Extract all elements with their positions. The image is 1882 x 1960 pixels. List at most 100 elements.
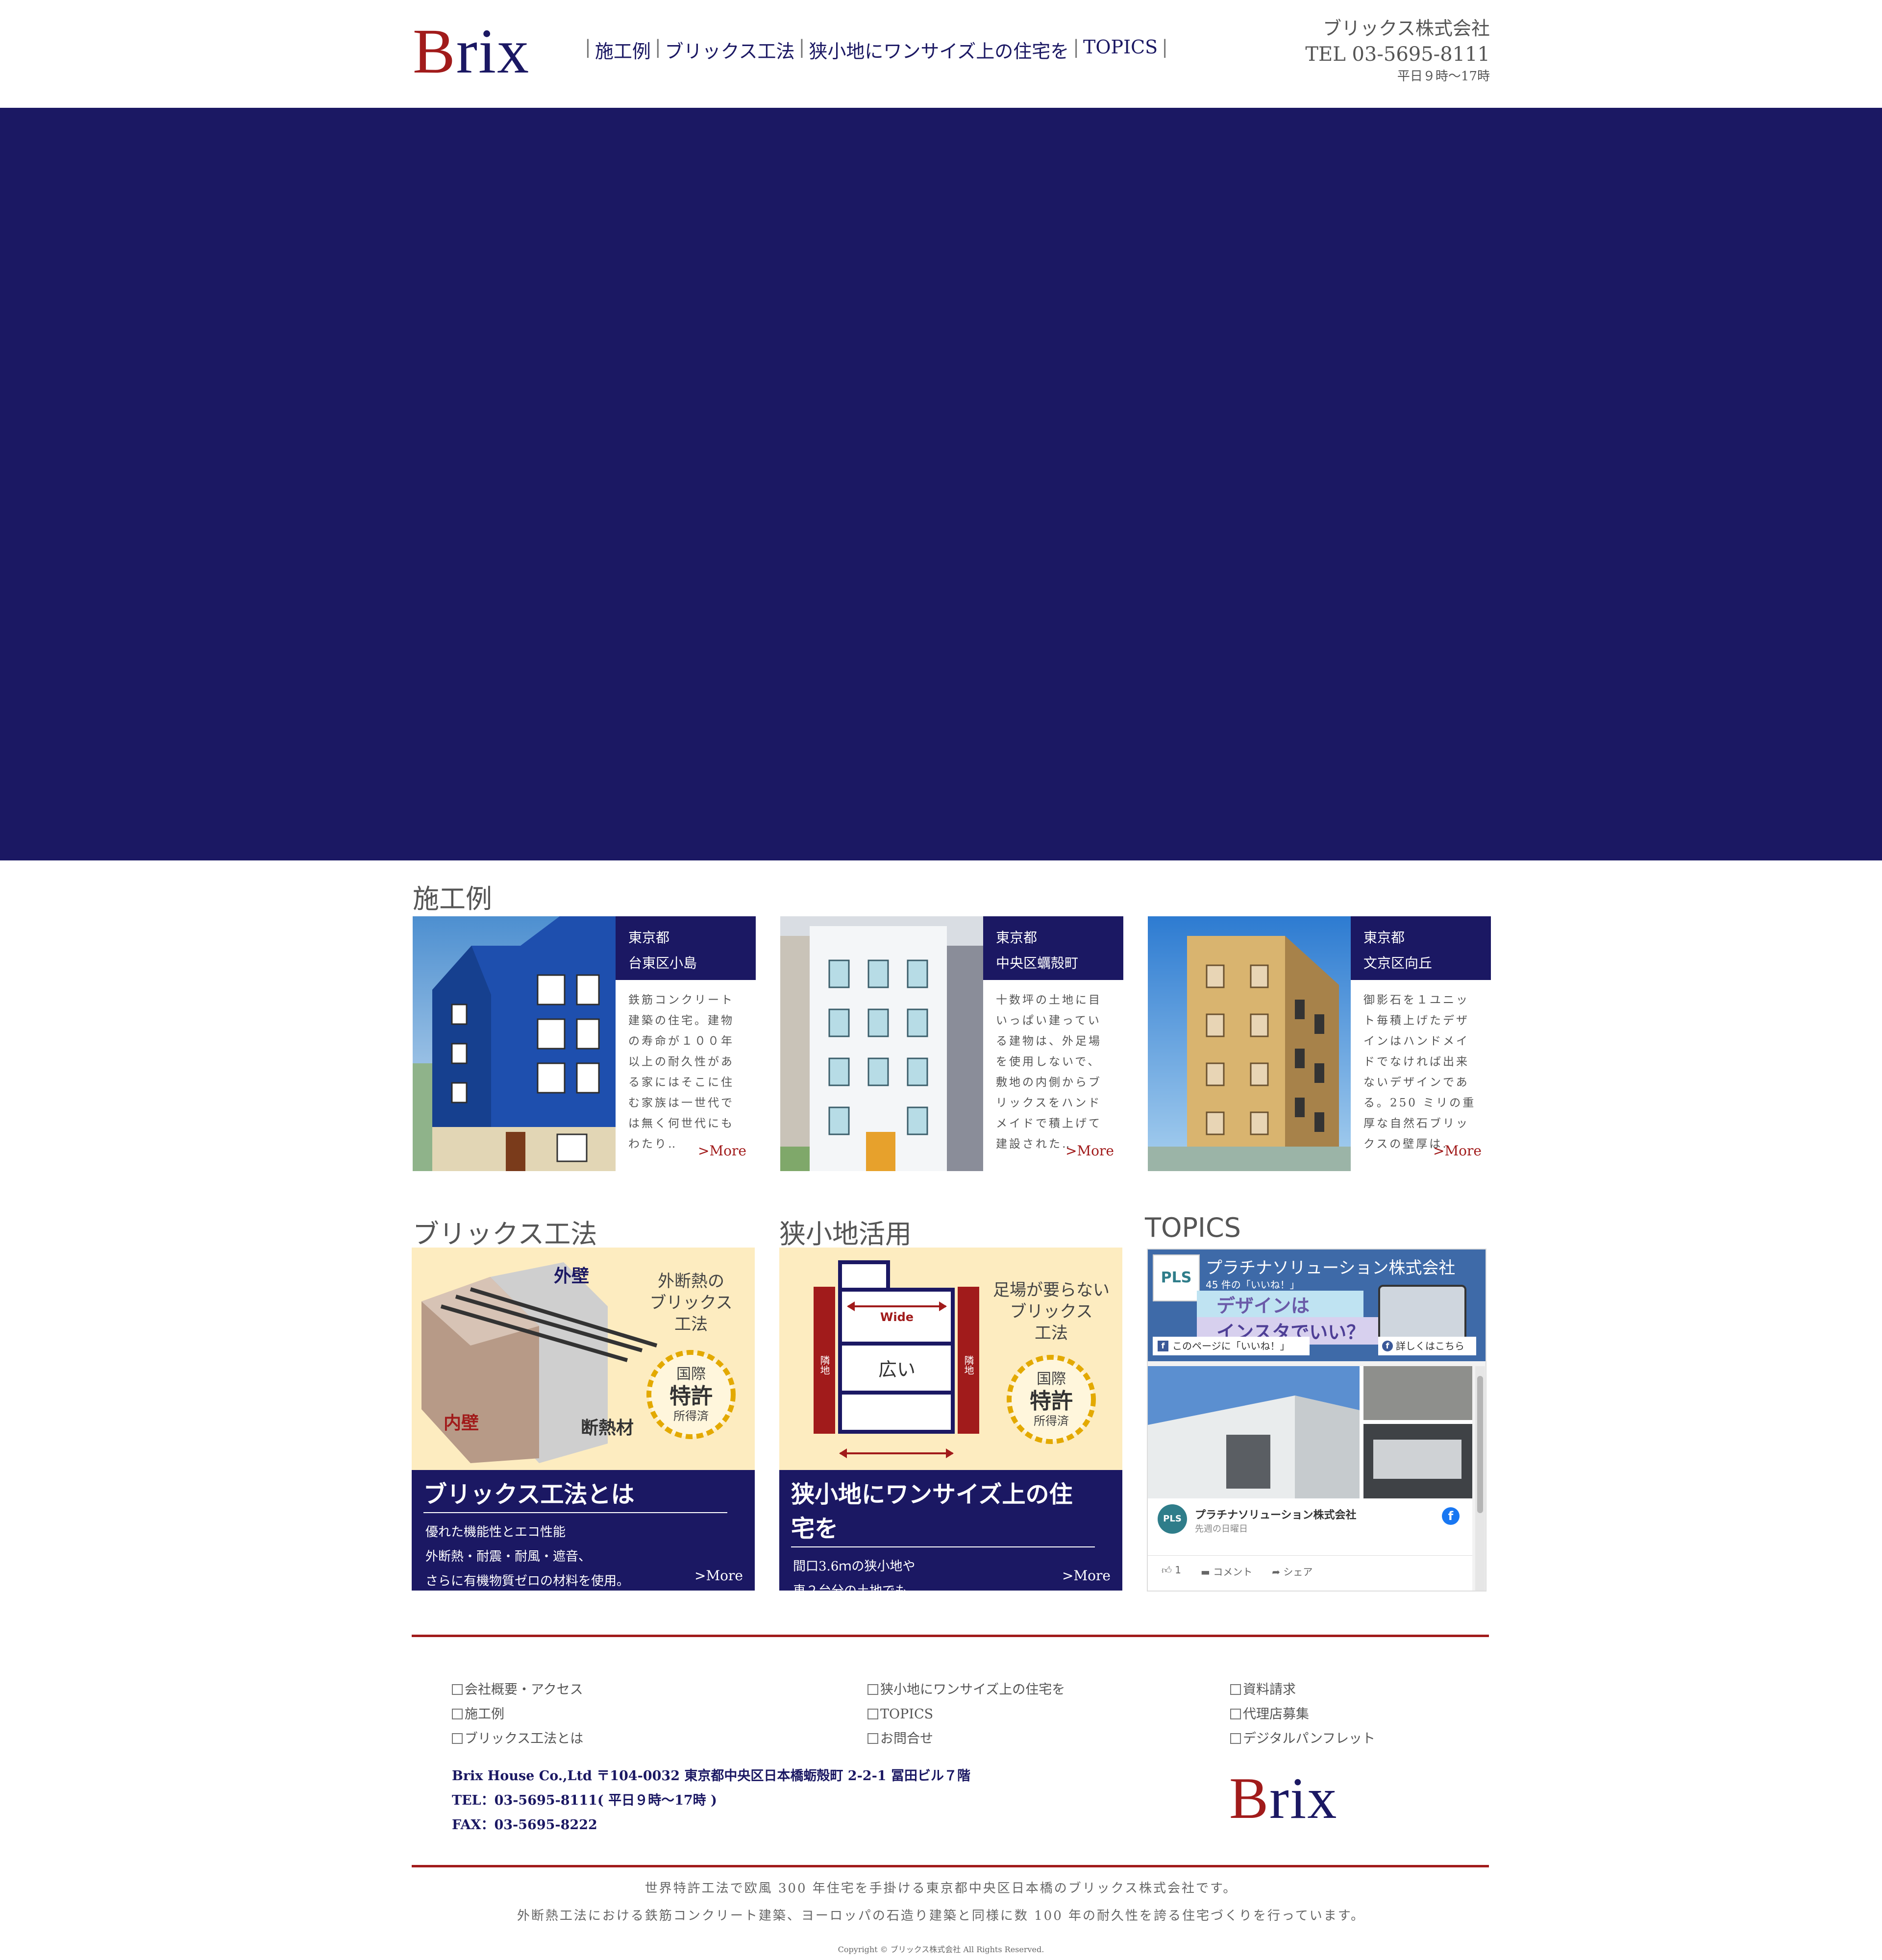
more-link[interactable]: >More — [698, 1143, 746, 1159]
logo-letters: rix — [456, 16, 530, 87]
facebook-embed[interactable]: PLS プラチナソリューション株式会社 45 件の「いいね！」 デザインは イン… — [1147, 1249, 1486, 1592]
narrow-line: RC 住宅建築が可能です。 — [793, 1608, 943, 1623]
post-divider — [1148, 1555, 1472, 1556]
narrow-line: 間口3.6ｍの狭小地や — [793, 1559, 916, 1574]
more-label: More — [706, 1568, 743, 1584]
embed-scrollbar[interactable] — [1475, 1366, 1485, 1591]
more-link[interactable]: >More — [694, 1568, 743, 1584]
more-link[interactable]: >More — [1433, 1143, 1482, 1159]
chevron-right-icon: > — [1062, 1568, 1074, 1584]
more-label: More — [1444, 1143, 1482, 1159]
illus-text-line2: ブリックス — [650, 1293, 733, 1313]
work-card-taito[interactable]: 東京都 台東区小島 鉄筋コンクリート建築の住宅。建物の寿命が１００年以上の耐久性… — [413, 916, 756, 1171]
facebook-icon: f — [1382, 1341, 1393, 1351]
nav-item-topics[interactable]: TOPICS — [1083, 36, 1158, 63]
illus-text-line2: ブリックス — [1010, 1302, 1093, 1322]
post-actions: 👍︎ 1 ▬ コメント ➦ シェア — [1162, 1564, 1312, 1578]
work-area: 台東区小島 — [628, 955, 697, 971]
footer-tagline-1: 世界特許工法で欧風 300 年住宅を手掛ける東京都中央区日本橋のブリックス株式会… — [644, 1881, 1238, 1896]
site-header: Brix | 施工例 | ブリックス工法 | 狭小地にワンサイズ上の住宅を | … — [0, 0, 1882, 108]
main-nav: | 施工例 | ブリックス工法 | 狭小地にワンサイズ上の住宅を | TOPIC… — [581, 36, 1172, 63]
narrow-section-title: 狭小地活用 — [779, 1219, 912, 1250]
footer-link-narrow[interactable]: 狭小地にワンサイズ上の住宅を — [867, 1678, 1065, 1702]
chevron-right-icon: > — [698, 1143, 710, 1159]
more-label: More — [709, 1143, 746, 1159]
building-photo-blue[interactable] — [413, 916, 616, 1171]
footer-link-label: 代理店募集 — [1243, 1707, 1309, 1722]
company-contact: ブリックス株式会社 TEL 03-5695-8111 平日９時〜17時 — [1305, 16, 1490, 85]
footer-link-label: TOPICS — [880, 1707, 934, 1722]
nav-item-method[interactable]: ブリックス工法 — [665, 36, 795, 63]
checkbox-icon — [867, 1709, 878, 1719]
footer-link-agency[interactable]: 代理店募集 — [1230, 1702, 1309, 1727]
topics-section-title: TOPICS — [1145, 1212, 1241, 1243]
comment-icon: ▬ — [1201, 1566, 1210, 1578]
work-pref: 東京都 — [1363, 930, 1405, 946]
work-card-bunkyo[interactable]: 東京都 文京区向丘 御影石を１ユニット毎積上げたデザインはハンドメイドでなければ… — [1148, 916, 1491, 1171]
post-avatar[interactable]: PLS — [1158, 1504, 1187, 1534]
footer-link-label: ブリックス工法とは — [465, 1731, 584, 1746]
narrow-line: 車２台分の土地でも — [793, 1584, 908, 1598]
checkbox-icon — [867, 1684, 878, 1695]
copyright: Copyright © ブリックス株式会社 All Rights Reserve… — [838, 1945, 1044, 1954]
footer-link-topics[interactable]: TOPICS — [867, 1702, 933, 1727]
method-panel: ブリックス工法とは 優れた機能性とエコ性能 外断熱・耐震・耐風・遮音、 さらに有… — [412, 1470, 755, 1591]
footer-link-company[interactable]: 会社概要・アクセス — [452, 1678, 583, 1702]
footer-link-label: 資料請求 — [1243, 1682, 1296, 1697]
work-description: 鉄筋コンクリート建築の住宅。建物の寿命が１００年以上の耐久性がある家にはそこに住… — [628, 994, 734, 1151]
footer-link-method[interactable]: ブリックス工法とは — [452, 1727, 583, 1751]
nav-separator: | — [798, 36, 805, 58]
brix-logo[interactable]: Brix — [413, 20, 530, 83]
more-label: More — [1077, 1143, 1114, 1159]
work-location-label: 東京都 中央区蠣殻町 — [983, 916, 1123, 980]
badge-text-1: 国際 — [1037, 1371, 1066, 1388]
label-neighbor-right: 隣地 — [963, 1355, 974, 1375]
scrollbar-thumb[interactable] — [1477, 1376, 1483, 1513]
post-time[interactable]: 先週の日曜日 — [1195, 1522, 1248, 1535]
fb-like-page-button[interactable]: f このページに「いいね！」 — [1153, 1337, 1310, 1355]
footer-brix-logo[interactable]: Brix — [1229, 1769, 1337, 1828]
post-comment-label: コメント — [1213, 1566, 1253, 1578]
post-share-action[interactable]: ➦ シェア — [1272, 1564, 1312, 1578]
nav-item-works[interactable]: 施工例 — [595, 36, 651, 63]
banner-text-1: デザインは — [1197, 1291, 1363, 1318]
logo-letters: rix — [1269, 1765, 1338, 1831]
building-photo-stone[interactable] — [1148, 916, 1351, 1171]
nav-separator: | — [1162, 36, 1168, 58]
narrow-feature[interactable]: Wide 広い 隣地 隣地 足場が要らない ブリックス 工法 国際 特許 所得済… — [779, 1248, 1122, 1623]
badge-text-3: 所得済 — [673, 1409, 709, 1423]
work-card-chuo[interactable]: 東京都 中央区蠣殻町 十数坪の土地に目いっぱい建っている建物は、外足場を使用しな… — [780, 916, 1123, 1171]
post-author[interactable]: プラチナソリューション株式会社 — [1195, 1506, 1357, 1522]
fb-like-page-label: このページに「いいね！」 — [1172, 1340, 1290, 1352]
footer-link-works[interactable]: 施工例 — [452, 1702, 504, 1727]
footer-link-contact[interactable]: お問合せ — [867, 1727, 933, 1751]
fb-post[interactable]: PLS プラチナソリューション株式会社 先週の日曜日 f 👍︎ 1 ▬ コメント… — [1148, 1366, 1472, 1591]
work-description: 十数坪の土地に目いっぱい建っている建物は、外足場を使用しないで、敷地の内側からブ… — [996, 994, 1102, 1151]
checkbox-icon — [452, 1733, 463, 1744]
footer-link-documents[interactable]: 資料請求 — [1230, 1678, 1296, 1702]
post-like-action[interactable]: 👍︎ 1 — [1162, 1564, 1181, 1578]
method-text: 優れた機能性とエコ性能 外断熱・耐震・耐風・遮音、 さらに有機物質ゼロの材料を使… — [425, 1520, 741, 1593]
more-link[interactable]: >More — [1065, 1143, 1114, 1159]
footer-address-block: Brix House Co.,Ltd 〒104-0032 東京都中央区日本橋蛎殻… — [452, 1764, 970, 1838]
narrow-panel: 狭小地にワンサイズ上の住宅を 間口3.6ｍの狭小地や 車２台分の土地でも RC … — [779, 1470, 1122, 1623]
work-area: 文京区向丘 — [1363, 955, 1433, 971]
fb-details-label: 詳しくはこちら — [1396, 1340, 1464, 1352]
facebook-icon[interactable]: f — [1442, 1507, 1460, 1525]
more-link[interactable]: >More — [1062, 1568, 1111, 1584]
post-photo[interactable] — [1148, 1366, 1472, 1498]
header-phone[interactable]: TEL 03-5695-8111 — [1305, 41, 1490, 68]
footer-phone[interactable]: TEL：03-5695-8111( 平日９時〜17時 ) — [452, 1788, 970, 1813]
post-comment-action[interactable]: ▬ コメント — [1201, 1564, 1252, 1578]
post-like-count: 1 — [1175, 1564, 1181, 1576]
business-hours: 平日９時〜17時 — [1397, 69, 1490, 84]
fb-page-name[interactable]: プラチナソリューション株式会社 — [1206, 1254, 1455, 1278]
footer-link-pamphlet[interactable]: デジタルパンフレット — [1230, 1727, 1375, 1751]
footer-tagline-2: 外断熱工法における鉄筋コンクリート建築、ヨーロッパの石造り建築と同様に数 100… — [517, 1909, 1365, 1923]
fb-details-button[interactable]: f 詳しくはこちら — [1378, 1337, 1476, 1355]
method-feature[interactable]: 外壁 内壁 断熱材 外断熱の ブリックス 工法 国際 特許 所得済 ブリックス工… — [412, 1248, 755, 1591]
building-photo-white[interactable] — [780, 916, 983, 1171]
nav-item-narrow-land[interactable]: 狭小地にワンサイズ上の住宅を — [809, 36, 1069, 63]
label-neighbor-left: 隣地 — [818, 1355, 830, 1375]
fb-cover[interactable]: PLS プラチナソリューション株式会社 45 件の「いいね！」 デザインは イン… — [1148, 1250, 1486, 1361]
